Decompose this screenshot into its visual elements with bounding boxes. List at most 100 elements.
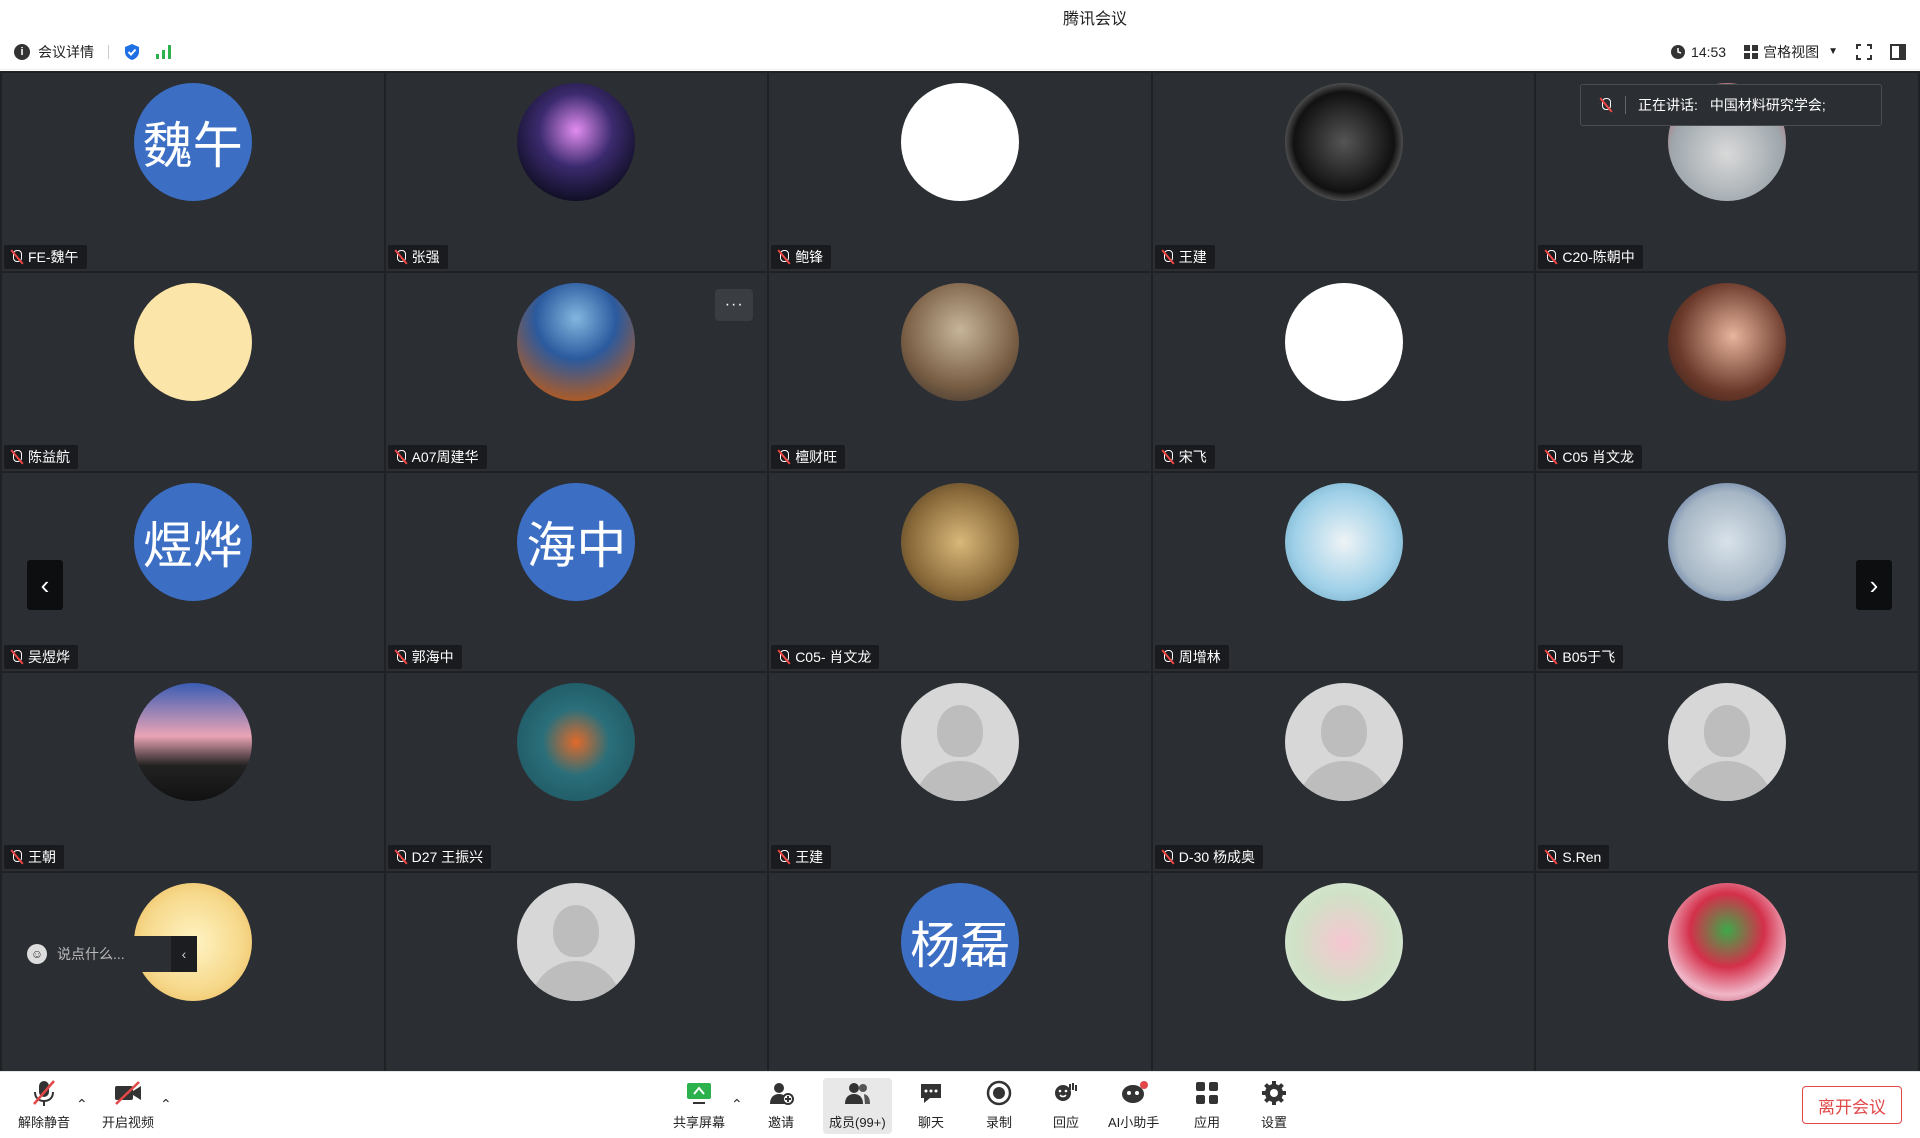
info-icon[interactable]: i: [14, 43, 30, 60]
react-button[interactable]: 回应: [1051, 1078, 1081, 1134]
participant-tile[interactable]: 魏午 FE-魏午: [2, 73, 384, 271]
mic-off-icon: [394, 849, 408, 865]
gear-icon: [1259, 1078, 1289, 1108]
participant-name: 周增林: [1178, 649, 1221, 665]
start-video-label: 开启视频: [102, 1115, 155, 1130]
clock-icon: [1671, 44, 1686, 59]
chevron-up-icon[interactable]: ⌃: [731, 1096, 743, 1113]
signal-icon[interactable]: [155, 44, 173, 60]
participant-tile[interactable]: 檀财旺: [769, 273, 1151, 471]
apps-button[interactable]: 应用: [1192, 1078, 1222, 1134]
mic-off-icon: [1161, 249, 1175, 265]
avatar: [133, 283, 252, 401]
view-mode-dropdown[interactable]: 宫格视图 ▼: [1744, 42, 1838, 62]
ai-assistant-button[interactable]: AI小助手: [1108, 1078, 1159, 1134]
participant-tile[interactable]: 杨磊: [769, 873, 1151, 1071]
participant-tile[interactable]: [2, 873, 384, 1071]
unmute-button[interactable]: 解除静音: [18, 1078, 70, 1134]
fullscreen-icon[interactable]: [1856, 43, 1872, 60]
more-options-button[interactable]: ···: [715, 289, 754, 321]
name-tag: FE-魏午: [4, 245, 87, 269]
avatar: [900, 683, 1019, 801]
avatar: [1284, 283, 1403, 401]
participant-tile[interactable]: C05- 肖文龙: [769, 473, 1151, 671]
mic-off-icon: [10, 649, 24, 665]
participant-tile[interactable]: 周增林: [1152, 473, 1535, 671]
participant-tile[interactable]: [1536, 873, 1918, 1071]
participant-name: 王建: [1178, 249, 1207, 265]
leave-meeting-button[interactable]: 离开会议: [1802, 1086, 1902, 1124]
chat-quick-input[interactable]: ☺ 说点什么... ‹: [17, 936, 197, 972]
mic-off-icon: [1161, 649, 1175, 665]
record-button[interactable]: 录制: [984, 1078, 1014, 1134]
mic-off-icon: [777, 849, 791, 865]
react-label: 回应: [1052, 1115, 1079, 1130]
chevron-right-icon: ›: [1869, 569, 1879, 600]
emoji-icon[interactable]: ☺: [27, 944, 47, 964]
participant-tile[interactable]: 海中 郭海中: [385, 473, 768, 671]
participant-tile[interactable]: 张强: [385, 73, 768, 271]
participant-tile[interactable]: C05 肖文龙: [1536, 273, 1918, 471]
participant-tile[interactable]: 王建: [769, 673, 1151, 871]
participant-tile[interactable]: 宋飞: [1152, 273, 1535, 471]
participant-tile[interactable]: 王建: [1152, 73, 1535, 271]
invite-button[interactable]: 邀请: [766, 1078, 796, 1134]
participant-tile[interactable]: D-30 杨成奥: [1152, 673, 1535, 871]
name-tag: C05- 肖文龙: [771, 645, 880, 669]
name-tag: A07周建华: [387, 445, 487, 469]
participant-tile[interactable]: 鲍锋: [769, 73, 1151, 271]
chevron-down-icon: ▼: [1828, 46, 1838, 57]
settings-label: 设置: [1260, 1115, 1287, 1130]
chevron-left-icon: ‹: [40, 569, 50, 600]
mic-off-icon: [1161, 849, 1175, 865]
chat-label: 聊天: [917, 1115, 944, 1130]
ai-assistant-icon: [1119, 1078, 1149, 1108]
avatar: [900, 83, 1019, 201]
name-tag: 檀财旺: [771, 445, 846, 469]
members-button[interactable]: 成员(99+): [823, 1078, 892, 1134]
participant-name: S.Ren: [1562, 849, 1602, 865]
shield-icon[interactable]: [123, 43, 141, 61]
participant-tile[interactable]: [1152, 873, 1535, 1071]
avatar: [1668, 683, 1787, 801]
participant-tile[interactable]: D27 王振兴: [385, 673, 768, 871]
share-screen-button[interactable]: 共享屏幕: [673, 1078, 725, 1134]
title-bar: 腾讯会议: [0, 0, 1920, 34]
participant-tile[interactable]: S.Ren: [1536, 673, 1918, 871]
participant-name: 宋飞: [1178, 449, 1207, 465]
participant-tile[interactable]: A07周建华 ···: [385, 273, 768, 471]
meeting-time: 14:53: [1691, 43, 1727, 60]
mic-off-icon: [777, 649, 791, 665]
mic-off-icon: [10, 249, 24, 265]
mic-off-icon: [1544, 649, 1558, 665]
settings-button[interactable]: 设置: [1259, 1078, 1289, 1134]
chat-button[interactable]: 聊天: [916, 1078, 946, 1134]
apps-icon: [1192, 1078, 1222, 1108]
prev-page-button[interactable]: ‹: [27, 560, 63, 610]
mic-off-icon: [10, 449, 24, 465]
share-screen-icon: [684, 1078, 714, 1108]
avatar: [1284, 483, 1403, 601]
mic-off-icon: [29, 1078, 59, 1108]
participant-tile[interactable]: 王朝: [2, 673, 384, 871]
avatar: 海中: [517, 483, 636, 601]
record-icon: [984, 1078, 1014, 1108]
participant-tile[interactable]: [385, 873, 768, 1071]
view-mode-label: 宫格视图: [1763, 43, 1820, 60]
participant-tile[interactable]: 陈益航: [2, 273, 384, 471]
participant-name: C20-陈朝中: [1562, 249, 1635, 265]
start-video-button[interactable]: 开启视频: [102, 1078, 154, 1134]
meeting-details-link[interactable]: 会议详情: [38, 42, 94, 62]
chevron-up-icon[interactable]: ⌃: [76, 1096, 88, 1113]
chevron-up-icon[interactable]: ⌃: [160, 1096, 172, 1113]
collapse-chat-button[interactable]: ‹: [171, 936, 197, 972]
members-icon: [842, 1078, 872, 1108]
name-tag: C20-陈朝中: [1538, 245, 1643, 269]
avatar: [1668, 883, 1787, 1001]
chat-placeholder[interactable]: 说点什么...: [57, 944, 125, 964]
avatar: [1284, 83, 1403, 201]
avatar-text: 杨磊: [909, 918, 1010, 974]
mic-off-icon: [1544, 849, 1558, 865]
side-panel-icon[interactable]: [1890, 43, 1906, 60]
next-page-button[interactable]: ›: [1856, 560, 1892, 610]
